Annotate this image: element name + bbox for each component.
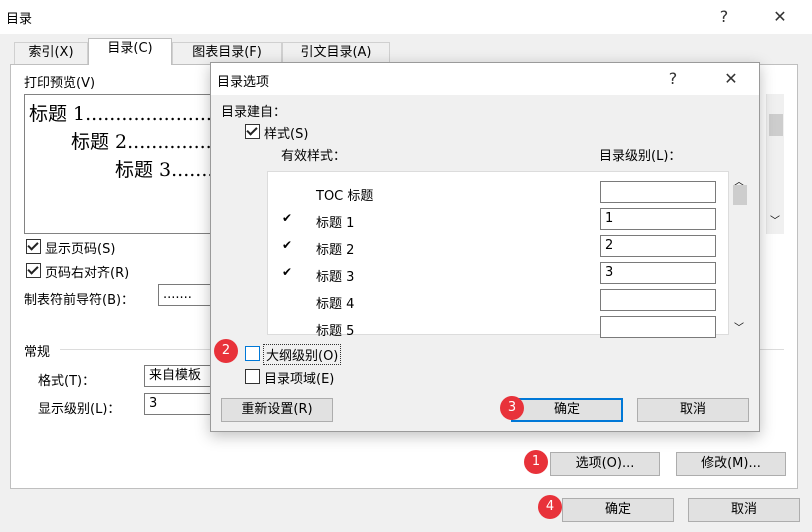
style-name: 标题 2: [316, 243, 355, 258]
toc-level-input[interactable]: [600, 289, 716, 311]
preview-scrollbar[interactable]: ﹀: [766, 94, 784, 234]
print-preview-box: 标题 1..................... 标题 2..........…: [24, 94, 214, 234]
format-select[interactable]: 来自模板: [144, 365, 216, 387]
style-name: 标题 5: [316, 324, 355, 339]
chevron-down-icon[interactable]: ﹀: [734, 319, 744, 334]
show-page-numbers-checkbox[interactable]: [26, 239, 41, 254]
style-row[interactable]: ✔ 标题 3 3: [268, 261, 716, 288]
styles-scroll-thumb[interactable]: [733, 185, 747, 205]
window-titlebar: 目录 ? ✕: [0, 0, 812, 34]
preview-heading-2: 标题 2...............: [71, 131, 214, 153]
toc-level-input[interactable]: 1: [600, 208, 716, 230]
style-name: 标题 4: [316, 297, 355, 312]
modify-button[interactable]: 修改(M)...: [676, 452, 786, 476]
tab-index[interactable]: 索引(X): [14, 42, 88, 64]
step-badge-4: 4: [538, 495, 562, 519]
style-name: TOC 标题: [316, 189, 374, 204]
step-badge-3: 3: [500, 396, 524, 420]
right-align-checkbox[interactable]: [26, 263, 41, 278]
style-row[interactable]: 标题 4: [268, 288, 716, 315]
preview-heading-3: 标题 3..........: [115, 159, 214, 181]
reset-button[interactable]: 重新设置(R): [221, 398, 333, 422]
tab-table-of-authorities[interactable]: 引文目录(A): [282, 42, 390, 64]
general-section-label: 常规: [24, 345, 51, 360]
dialog-title: 目录选项: [217, 75, 270, 90]
toc-level-input[interactable]: 2: [600, 235, 716, 257]
tab-table-of-figures[interactable]: 图表目录(F): [172, 42, 282, 64]
check-icon: ✔: [282, 265, 293, 279]
styles-checkbox[interactable]: [245, 124, 260, 139]
toc-fields-checkbox[interactable]: [245, 369, 260, 384]
style-name: 标题 1: [316, 216, 355, 231]
toc-level-input[interactable]: [600, 181, 716, 203]
tab-leader-label: 制表符前导符(B)：: [24, 293, 135, 308]
dialog-ok-button[interactable]: 确定: [511, 398, 623, 422]
format-label: 格式(T)：: [38, 374, 96, 389]
styles-checkbox-label: 样式(S): [264, 127, 309, 142]
show-levels-spinner[interactable]: 3: [144, 393, 216, 415]
tab-leader-select[interactable]: .......: [158, 284, 218, 306]
available-styles-header: 有效样式：: [281, 149, 347, 164]
step-badge-2: 2: [214, 339, 238, 363]
options-button[interactable]: 选项(O)...: [550, 452, 660, 476]
build-from-label: 目录建自：: [221, 105, 287, 120]
check-icon: ✔: [282, 238, 293, 252]
step-badge-1: 1: [524, 450, 548, 474]
help-icon[interactable]: ?: [710, 5, 738, 29]
styles-list-scrollbar[interactable]: ︿ ﹀: [731, 171, 749, 335]
dialog-close-icon[interactable]: ✕: [717, 67, 745, 91]
style-row[interactable]: 标题 5: [268, 315, 716, 342]
style-name: 标题 3: [316, 270, 355, 285]
toc-level-input[interactable]: 3: [600, 262, 716, 284]
style-row[interactable]: ✔ 标题 2 2: [268, 234, 716, 261]
outline-levels-label: 大纲级别(O): [263, 344, 342, 365]
toc-fields-label: 目录项域(E): [264, 372, 335, 387]
styles-list[interactable]: TOC 标题 ✔ 标题 1 1 ✔ 标题 2 2 ✔ 标题 3 3 标题 4 标题 5: [267, 171, 729, 339]
style-row[interactable]: TOC 标题: [268, 180, 716, 207]
show-levels-label: 显示级别(L)：: [38, 402, 121, 417]
print-preview-label: 打印预览(V): [24, 76, 96, 91]
window-title: 目录: [6, 12, 33, 27]
dialog-cancel-button[interactable]: 取消: [637, 398, 749, 422]
dialog-help-icon[interactable]: ?: [659, 67, 687, 91]
toc-level-header: 目录级别(L)：: [599, 149, 682, 164]
chevron-down-icon[interactable]: ﹀: [770, 212, 780, 227]
preview-scroll-thumb[interactable]: [769, 114, 783, 136]
toc-options-dialog: 目录选项 ? ✕ 目录建自： 样式(S) 有效样式： 目录级别(L)： TOC …: [210, 62, 760, 432]
ok-button[interactable]: 确定: [562, 498, 674, 522]
preview-heading-1: 标题 1.....................: [29, 103, 212, 125]
dialog-titlebar: 目录选项 ? ✕: [211, 63, 759, 95]
close-icon[interactable]: ✕: [766, 5, 794, 29]
cancel-button[interactable]: 取消: [688, 498, 800, 522]
style-row[interactable]: ✔ 标题 1 1: [268, 207, 716, 234]
check-icon: ✔: [282, 211, 293, 225]
outline-levels-checkbox[interactable]: [245, 346, 260, 361]
show-page-numbers-label: 显示页码(S): [45, 242, 116, 257]
right-align-label: 页码右对齐(R): [45, 266, 130, 281]
toc-level-input[interactable]: [600, 316, 716, 338]
tab-toc[interactable]: 目录(C): [88, 38, 172, 65]
